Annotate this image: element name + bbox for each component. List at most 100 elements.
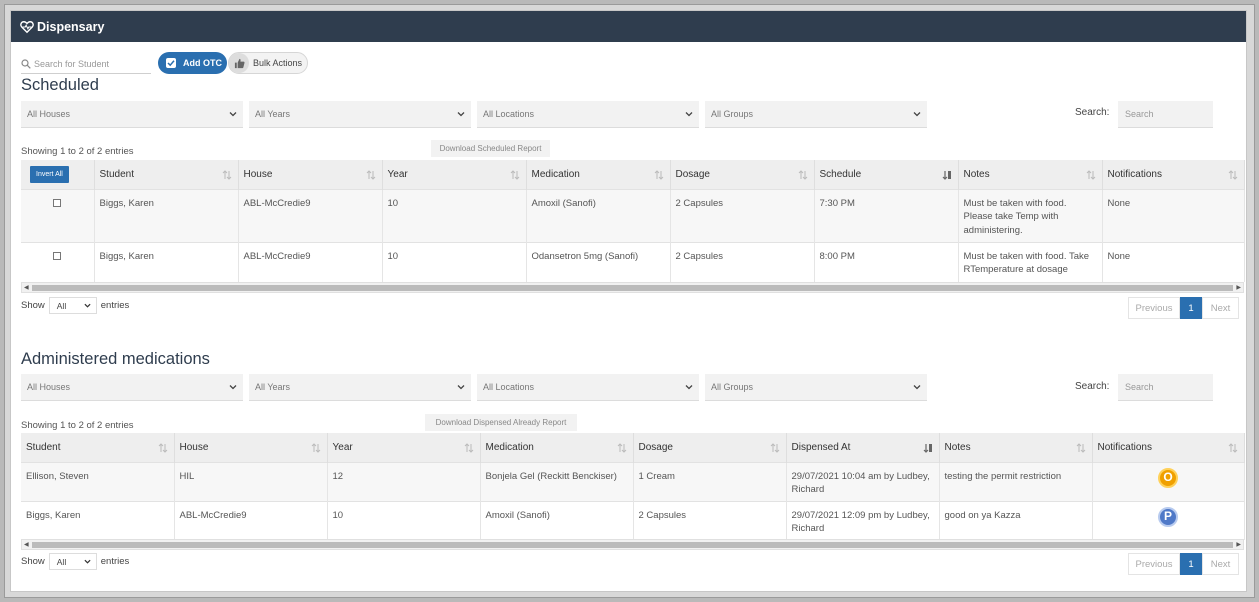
scheduled-table: Invert All Student House Year Medication…: [21, 160, 1245, 282]
column-label: Medication: [485, 441, 534, 453]
scheduled-horizontal-scrollbar[interactable]: ◀ ▶: [21, 282, 1244, 293]
column-header-student[interactable]: Student: [94, 160, 239, 189]
column-header-medication[interactable]: Medication: [526, 160, 671, 189]
student-search[interactable]: [21, 54, 151, 74]
year-cell: 10: [382, 188, 527, 242]
scheduled-house-filter[interactable]: All Houses: [21, 101, 243, 128]
dosage-cell: 1 Cream: [633, 461, 787, 501]
scheduled-group-filter[interactable]: All Groups: [705, 101, 927, 128]
column-label: Schedule: [819, 168, 862, 180]
scroll-right-icon[interactable]: ▶: [1236, 284, 1241, 291]
column-header-year[interactable]: Year: [382, 160, 527, 189]
column-header-notes[interactable]: Notes: [939, 433, 1093, 462]
notifications-cell: None: [1102, 188, 1245, 242]
administered-search-input[interactable]: Search: [1118, 374, 1213, 401]
administered-house-filter[interactable]: All Houses: [21, 374, 243, 401]
sort-icon: [464, 443, 473, 453]
download-dispensed-report-button[interactable]: Download Dispensed Already Report: [425, 414, 577, 431]
chevron-down-icon: [229, 385, 237, 390]
filter-value: All Groups: [711, 382, 754, 392]
administered-heading: Administered medications: [21, 350, 210, 368]
chevron-down-icon: [913, 385, 921, 390]
row-select-cell: [21, 241, 95, 282]
administered-horizontal-scrollbar[interactable]: ◀ ▶: [21, 539, 1244, 550]
administered-table: Student House Year Medication Dosage Dis…: [21, 433, 1245, 540]
entries-label: entries: [100, 556, 130, 567]
scroll-left-icon[interactable]: ◀: [24, 541, 29, 548]
chevron-down-icon: [84, 559, 91, 564]
filter-value: All Locations: [483, 382, 535, 392]
add-otc-button[interactable]: Add OTC: [158, 52, 227, 74]
notifications-cell: P: [1092, 500, 1245, 540]
sort-icon: [1076, 443, 1085, 453]
administered-year-filter[interactable]: All Years: [249, 374, 471, 401]
scrollbar-thumb[interactable]: [32, 542, 1233, 548]
row-checkbox[interactable]: [53, 251, 62, 260]
scheduled-year-filter[interactable]: All Years: [249, 101, 471, 128]
dispensed-at-cell: 29/07/2021 12:09 pm by Ludbey, Richard: [786, 500, 940, 540]
table-row[interactable]: Biggs, Karen ABL-McCredie9 10 Odansetron…: [21, 241, 1245, 282]
student-cell: Biggs, Karen: [94, 241, 239, 282]
column-header-notifications[interactable]: Notifications: [1092, 433, 1245, 462]
column-header-house[interactable]: House: [238, 160, 383, 189]
scrollbar-thumb[interactable]: [32, 285, 1233, 291]
column-header-student[interactable]: Student: [21, 433, 175, 462]
page-length-select[interactable]: All: [48, 297, 97, 314]
column-label: Student: [99, 168, 134, 180]
table-header-row: Invert All Student House Year Medication…: [21, 160, 1245, 189]
column-label: Dispensed At: [791, 441, 851, 453]
dispensed-at-cell: 29/07/2021 10:04 am by Ludbey, Richard: [786, 461, 940, 501]
student-search-input[interactable]: [34, 58, 146, 69]
column-header-notes[interactable]: Notes: [958, 160, 1103, 189]
table-row[interactable]: Biggs, Karen ABL-McCredie9 10 Amoxil (Sa…: [21, 188, 1245, 242]
row-checkbox[interactable]: [53, 198, 62, 207]
filter-value: All Houses: [27, 382, 71, 392]
column-header-dosage[interactable]: Dosage: [633, 433, 787, 462]
filter-value: All Years: [255, 382, 291, 392]
next-page-button[interactable]: Next: [1202, 553, 1239, 575]
scheduled-pagination: Previous 1 Next: [1128, 297, 1239, 319]
thumbs-up-icon: [229, 53, 249, 73]
house-cell: ABL-McCredie9: [238, 241, 383, 282]
previous-page-button[interactable]: Previous: [1128, 297, 1180, 319]
table-header-row: Student House Year Medication Dosage Dis…: [21, 433, 1245, 462]
sort-icon: [654, 170, 663, 180]
administered-location-filter[interactable]: All Locations: [477, 374, 699, 401]
add-otc-label: Add OTC: [183, 58, 222, 68]
status-badge[interactable]: P: [1158, 506, 1178, 527]
column-label: Student: [26, 441, 61, 453]
chevron-down-icon: [685, 385, 693, 390]
column-header-dispensed-at[interactable]: Dispensed At: [786, 433, 940, 462]
filter-value: All Groups: [711, 109, 754, 119]
scheduled-page-length: Show All entries: [21, 297, 129, 314]
entries-label: entries: [100, 300, 130, 311]
invert-all-button[interactable]: Invert All: [30, 165, 69, 183]
scheduled-search-input[interactable]: Search: [1118, 101, 1213, 128]
house-cell: HIL: [174, 461, 328, 501]
column-header-notifications[interactable]: Notifications: [1102, 160, 1245, 189]
bulk-actions-button[interactable]: Bulk Actions: [228, 52, 308, 74]
scroll-right-icon[interactable]: ▶: [1236, 541, 1241, 548]
table-row[interactable]: Biggs, Karen ABL-McCredie9 10 Amoxil (Sa…: [21, 500, 1245, 540]
status-badge[interactable]: O: [1158, 467, 1178, 488]
invert-all-cell: Invert All: [21, 160, 95, 189]
column-header-year[interactable]: Year: [327, 433, 481, 462]
previous-page-button[interactable]: Previous: [1128, 553, 1180, 575]
column-label: Year: [387, 168, 408, 180]
download-scheduled-report-button[interactable]: Download Scheduled Report: [431, 140, 550, 157]
column-header-schedule[interactable]: Schedule: [814, 160, 959, 189]
download-label: Download Scheduled Report: [439, 144, 542, 153]
table-row[interactable]: Ellison, Steven HIL 12 Bonjela Gel (Reck…: [21, 461, 1245, 501]
next-page-button[interactable]: Next: [1202, 297, 1239, 319]
scheduled-entry-count: Showing 1 to 2 of 2 entries: [21, 146, 134, 157]
scheduled-location-filter[interactable]: All Locations: [477, 101, 699, 128]
column-header-medication[interactable]: Medication: [480, 433, 634, 462]
page-1-button[interactable]: 1: [1180, 297, 1202, 319]
page-length-select[interactable]: All: [48, 553, 97, 570]
column-header-dosage[interactable]: Dosage: [670, 160, 815, 189]
column-header-house[interactable]: House: [174, 433, 328, 462]
scroll-left-icon[interactable]: ◀: [24, 284, 29, 291]
page-1-button[interactable]: 1: [1180, 553, 1202, 575]
administered-group-filter[interactable]: All Groups: [705, 374, 927, 401]
student-cell: Biggs, Karen: [21, 500, 175, 540]
